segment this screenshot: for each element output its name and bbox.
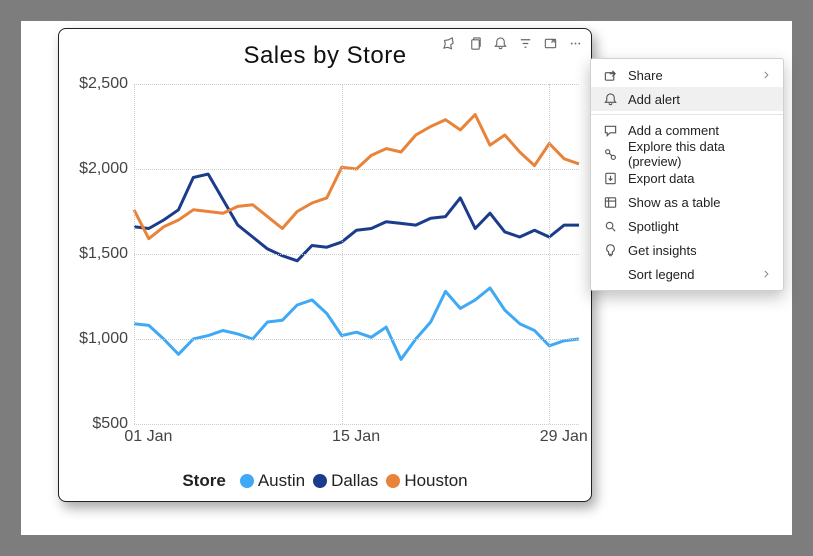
series-austin[interactable]: [134, 288, 579, 359]
menu-item-add-alert[interactable]: Add alert: [591, 87, 783, 111]
y-tick-label: $2,000: [79, 160, 128, 178]
grid-line-h: [134, 254, 579, 255]
y-tick-label: $1,000: [79, 330, 128, 348]
menu-item-share[interactable]: Share: [591, 63, 783, 87]
export-icon: [603, 171, 618, 186]
legend-item-dallas[interactable]: Dallas: [313, 471, 378, 491]
explore-icon: [603, 147, 618, 162]
grid-line-h: [134, 424, 579, 425]
menu-item-spotlight[interactable]: Spotlight: [591, 214, 783, 238]
y-tick-label: $2,500: [79, 75, 128, 93]
menu-item-sort-legend[interactable]: Sort legend: [591, 262, 783, 286]
menu-item-label: Spotlight: [628, 219, 771, 234]
grid-line-h: [134, 339, 579, 340]
pin-icon[interactable]: [443, 36, 458, 51]
copy-icon[interactable]: [468, 36, 483, 51]
x-tick-label: 15 Jan: [332, 428, 380, 446]
legend-label: Houston: [404, 471, 467, 491]
y-tick-label: $1,500: [79, 245, 128, 263]
chevron-right-icon: [761, 267, 771, 282]
chevron-right-icon: [761, 68, 771, 83]
x-tick-label: 01 Jan: [124, 428, 172, 446]
menu-item-export-data[interactable]: Export data: [591, 166, 783, 190]
menu-item-label: Explore this data (preview): [628, 139, 771, 169]
spotlight-icon: [603, 219, 618, 234]
grid-line-h: [134, 84, 579, 85]
grid-line-v: [549, 84, 550, 424]
menu-item-label: Export data: [628, 171, 771, 186]
menu-item-label: Show as a table: [628, 195, 771, 210]
card-toolbar: [443, 36, 583, 51]
menu-item-show-as-a-table[interactable]: Show as a table: [591, 190, 783, 214]
context-menu: Share Add alert Add a commentExplore this …: [590, 58, 784, 291]
legend-item-houston[interactable]: Houston: [386, 471, 467, 491]
menu-item-label: Sort legend: [628, 267, 751, 282]
menu-item-label: Share: [628, 68, 751, 83]
x-tick-label: 29 Jan: [540, 428, 588, 446]
y-tick-label: $500: [92, 415, 128, 433]
series-dallas[interactable]: [134, 174, 579, 261]
plot-area: $2,500$2,000$1,500$1,000$50001 Jan15 Jan…: [134, 84, 579, 424]
filter-icon[interactable]: [518, 36, 533, 51]
legend: Store Austin Dallas Houston: [59, 471, 591, 491]
grid-line-h: [134, 169, 579, 170]
insights-icon: [603, 243, 618, 258]
menu-item-explore-this-data-preview[interactable]: Explore this data (preview): [591, 142, 783, 166]
menu-separator: [591, 114, 783, 115]
swatch: [313, 474, 327, 488]
grid-line-v: [342, 84, 343, 424]
grid-line-v: [134, 84, 135, 424]
legend-item-austin[interactable]: Austin: [240, 471, 305, 491]
comment-icon: [603, 123, 618, 138]
more-icon[interactable]: [568, 36, 583, 51]
menu-item-label: Add a comment: [628, 123, 771, 138]
share-icon: [603, 68, 618, 83]
legend-label: Dallas: [331, 471, 378, 491]
table-icon: [603, 195, 618, 210]
swatch: [240, 474, 254, 488]
bell-icon: [603, 92, 618, 107]
chart-card: Sales by Store $2,500$2,000$1,500$1,000$…: [58, 28, 592, 502]
app-canvas: Sales by Store $2,500$2,000$1,500$1,000$…: [21, 21, 792, 535]
blank-icon: [603, 267, 618, 282]
menu-item-get-insights[interactable]: Get insights: [591, 238, 783, 262]
bell-icon[interactable]: [493, 36, 508, 51]
menu-item-label: Add alert: [628, 92, 771, 107]
legend-label: Austin: [258, 471, 305, 491]
swatch: [386, 474, 400, 488]
menu-item-label: Get insights: [628, 243, 771, 258]
legend-title: Store: [182, 471, 225, 491]
focus-icon[interactable]: [543, 36, 558, 51]
